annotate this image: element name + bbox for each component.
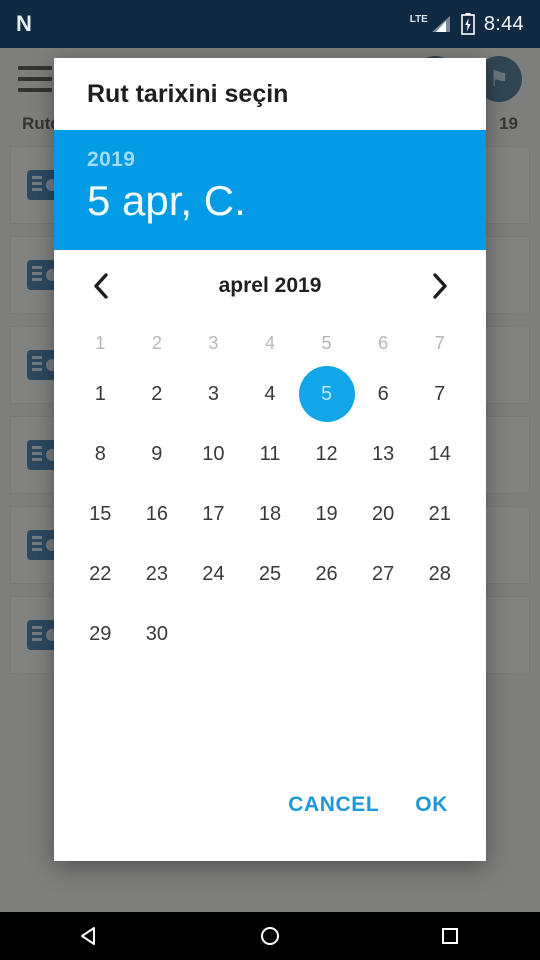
calendar-day[interactable]: 16 (129, 484, 186, 544)
date-picker-dialog: Rut tarixini seçin 2019 5 apr, C. aprel … (54, 58, 486, 861)
calendar-day[interactable]: 8 (72, 424, 129, 484)
calendar-day[interactable]: 10 (185, 424, 242, 484)
dialog-actions: CANCEL OK (54, 775, 486, 861)
calendar-day[interactable]: 30 (129, 604, 186, 664)
calendar-day[interactable]: 27 (355, 544, 412, 604)
battery-charging-icon (461, 13, 475, 35)
calendar-week-row: 8 9 10 11 12 13 14 (72, 424, 468, 484)
status-bar-clock: 8:44 (483, 12, 524, 35)
calendar-day[interactable]: 2 (129, 364, 186, 424)
calendar-day[interactable]: 14 (411, 424, 468, 484)
dialog-title: Rut tarixini seçin (87, 79, 289, 108)
chevron-right-icon[interactable] (416, 263, 462, 309)
weekday-header: 6 (378, 332, 389, 353)
weekday-header: 2 (151, 332, 162, 353)
weekday-header: 3 (208, 332, 219, 353)
calendar-week-row: 1 2 3 4 5 6 7 (72, 364, 468, 424)
signal-bars-icon: LTE (410, 14, 452, 34)
selected-date[interactable]: 5 apr, C. (87, 177, 453, 224)
recents-square-icon[interactable] (390, 912, 510, 960)
calendar-week-row: 29 30 (72, 604, 468, 664)
calendar-week-row: 15 16 17 18 19 20 21 (72, 484, 468, 544)
calendar-day[interactable]: 28 (411, 544, 468, 604)
home-circle-icon[interactable] (210, 912, 330, 960)
calendar-day[interactable]: 17 (185, 484, 242, 544)
date-picker-header: 2019 5 apr, C. (54, 130, 486, 251)
calendar-week-row: 22 23 24 25 26 27 28 (72, 544, 468, 604)
status-bar-right: LTE 8:44 (410, 13, 524, 36)
android-navigation-bar (0, 912, 540, 960)
calendar-day[interactable]: 23 (129, 544, 186, 604)
calendar-weekday-header-row: 1 2 3 4 5 6 7 (72, 322, 468, 364)
calendar-day[interactable]: 18 (242, 484, 299, 544)
phone-screen: N LTE 8:44 Rut tarixini seçin 2019 5 apr… (0, 0, 540, 960)
calendar-day[interactable]: 1 (72, 364, 129, 424)
calendar-day[interactable]: 11 (242, 424, 299, 484)
calendar-day-empty (411, 604, 468, 664)
chevron-left-icon[interactable] (78, 263, 124, 309)
status-bar: N LTE 8:44 (0, 0, 540, 48)
calendar-day-empty (298, 604, 355, 664)
calendar-day-empty (242, 604, 299, 664)
weekday-header: 1 (95, 332, 106, 353)
ok-button[interactable]: OK (411, 785, 452, 825)
calendar-day[interactable]: 6 (355, 364, 412, 424)
calendar-day[interactable]: 9 (129, 424, 186, 484)
calendar-day[interactable]: 29 (72, 604, 129, 664)
selected-year[interactable]: 2019 (87, 148, 453, 172)
calendar-day[interactable]: 3 (185, 364, 242, 424)
calendar-nav: aprel 2019 (54, 250, 486, 322)
weekday-header: 5 (321, 332, 332, 353)
calendar-day-selected[interactable]: 5 (298, 364, 355, 424)
calendar-day[interactable]: 25 (242, 544, 299, 604)
weekday-header: 4 (264, 332, 275, 353)
calendar-day[interactable]: 21 (411, 484, 468, 544)
calendar-day[interactable]: 26 (298, 544, 355, 604)
calendar-month-label: aprel 2019 (218, 274, 322, 298)
calendar-day[interactable]: 7 (411, 364, 468, 424)
status-bar-left: N (16, 11, 32, 36)
android-n-logo: N (16, 11, 32, 36)
calendar-day[interactable]: 12 (298, 424, 355, 484)
calendar-day-empty (355, 604, 412, 664)
cancel-button[interactable]: CANCEL (284, 785, 383, 825)
calendar-day-empty (185, 604, 242, 664)
calendar-day[interactable]: 24 (185, 544, 242, 604)
calendar-grid: 1 2 3 4 5 6 7 1 2 3 4 5 6 7 8 9 10 11 12… (54, 322, 486, 664)
calendar-day[interactable]: 4 (242, 364, 299, 424)
calendar-day[interactable]: 22 (72, 544, 129, 604)
back-triangle-icon[interactable] (30, 912, 150, 960)
calendar-day[interactable]: 15 (72, 484, 129, 544)
calendar-day[interactable]: 19 (298, 484, 355, 544)
calendar-day[interactable]: 20 (355, 484, 412, 544)
weekday-header: 7 (434, 332, 445, 353)
calendar-day[interactable]: 13 (355, 424, 412, 484)
